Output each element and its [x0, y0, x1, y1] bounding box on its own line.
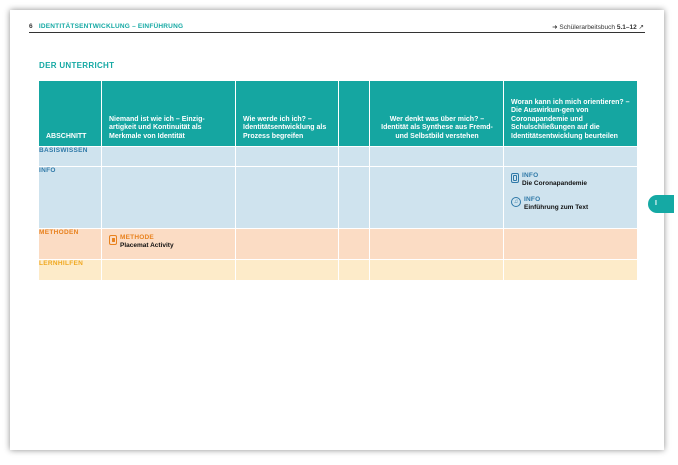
- entry-title: Placemat Activity: [120, 242, 174, 249]
- chapter-title: IDENTITÄTSENTWICKLUNG – EINFÜHRUNG: [38, 23, 184, 30]
- column-header-4: Wer denkt was über mich? – Identität als…: [369, 80, 504, 147]
- table-header-row: ABSCHNITT Niemand ist wie ich – Einzig-a…: [38, 80, 638, 147]
- entry-title: Einführung zum Text: [524, 204, 589, 211]
- phone-icon: [511, 173, 519, 183]
- entry-type: METHODE: [120, 234, 154, 241]
- info-cell: INFO Die Coronapandemie ♫ INFO Einführun…: [503, 166, 638, 229]
- table-row-basiswissen: BASISWISSEN: [38, 146, 638, 167]
- table-row-methoden: METHODEN METHODE Placemat Activity: [38, 228, 638, 260]
- row-label-lernhilfen: LERNHILFEN: [38, 259, 102, 281]
- page-number: 6: [29, 23, 33, 30]
- row-label-basiswissen: BASISWISSEN: [38, 146, 102, 167]
- info-entry-einfuehrung[interactable]: ♫ INFO Einführung zum Text: [504, 188, 637, 212]
- workbook-pages: 5.1–12: [616, 24, 637, 31]
- column-header-abschnitt: ABSCHNITT: [38, 80, 102, 147]
- column-header-3: [338, 80, 370, 147]
- workbook-reference: ➜ Schülerarbeitsbuch 5.1–12 ↗: [552, 23, 644, 31]
- entry-type: INFO: [522, 172, 539, 179]
- table-row-info: INFO INFO Die Coronapandemie ♫ INFO Einf…: [38, 166, 638, 229]
- next-arrow-icon: ↗: [638, 24, 644, 31]
- entry-type: INFO: [524, 196, 541, 203]
- column-header-1: Niemand ist wie ich – Einzig-artigkeit u…: [101, 80, 236, 147]
- table-row-lernhilfen: LERNHILFEN: [38, 259, 638, 281]
- row-label-info: INFO: [38, 166, 102, 229]
- info-entry-coronapandemie[interactable]: INFO Die Coronapandemie: [504, 167, 637, 188]
- header-rule: [29, 32, 645, 33]
- method-card-icon: [109, 235, 117, 245]
- lesson-plan-table: ABSCHNITT Niemand ist wie ich – Einzig-a…: [38, 80, 638, 281]
- running-header: 6 IDENTITÄTSENTWICKLUNG – EINFÜHRUNG: [29, 23, 183, 30]
- column-header-2: Wie werde ich ich? – Identitätsentwicklu…: [235, 80, 339, 147]
- method-entry-placemat[interactable]: METHODE Placemat Activity: [102, 229, 235, 250]
- audio-icon: ♫: [511, 197, 521, 207]
- section-title: DER UNTERRICHT: [39, 61, 115, 70]
- column-header-5: Woran kann ich mich orientieren? – Die A…: [503, 80, 638, 147]
- document-page: 6 IDENTITÄTSENTWICKLUNG – EINFÜHRUNG ➜ S…: [10, 10, 674, 450]
- methoden-cell: METHODE Placemat Activity: [101, 228, 236, 260]
- chapter-side-tab[interactable]: I: [648, 195, 674, 213]
- arrow-icon: ➜: [552, 24, 558, 31]
- row-label-methoden: METHODEN: [38, 228, 102, 260]
- entry-title: Die Coronapandemie: [522, 180, 588, 187]
- workbook-label: Schülerarbeitsbuch: [559, 24, 616, 31]
